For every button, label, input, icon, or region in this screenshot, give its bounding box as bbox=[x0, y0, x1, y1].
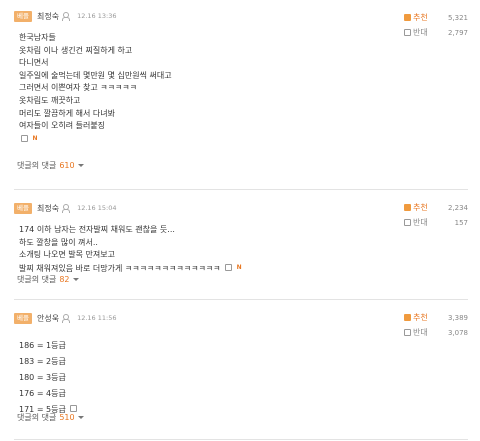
best-badge: 베플 bbox=[14, 312, 32, 324]
comment-item: 베플 최정숙 12.16 13:36 한국남자들 옷차림 이나 생긴건 찌질하게… bbox=[14, 0, 468, 190]
replies-label: 댓글의 댓글 bbox=[17, 275, 57, 284]
comment-line-icons: N bbox=[19, 133, 468, 146]
comment-line: 여자들이 오히려 들러붙징 bbox=[19, 121, 106, 131]
comment-line: 한국남자들 bbox=[19, 33, 56, 42]
thumbs-up-icon bbox=[404, 314, 411, 321]
replies-toggle[interactable]: 댓글의 댓글 82 bbox=[17, 274, 79, 285]
downvote-button[interactable]: 반대 157 bbox=[404, 215, 468, 230]
comment-body: 한국남자들 옷차림 이나 생긴건 찌질하게 하고 다니면서 일주일에 술먹는데 … bbox=[19, 32, 468, 146]
thumbs-down-icon bbox=[404, 29, 411, 36]
comment-time: 12.16 11:56 bbox=[77, 314, 117, 322]
comment-line-with-icons: 171 = 5등급 bbox=[19, 402, 468, 418]
comment-line: 그러면서 이쁜여자 찾고 ㅋㅋㅋㅋㅋ bbox=[19, 83, 138, 93]
new-badge-icon: N bbox=[32, 134, 38, 142]
thumbs-down-icon bbox=[404, 219, 411, 226]
author-name[interactable]: 안성욱 bbox=[37, 313, 59, 324]
comment-line: 옷차림도 깨끗하고 bbox=[19, 95, 81, 105]
new-badge-icon: N bbox=[236, 263, 242, 271]
comment-time: 12.16 15:04 bbox=[77, 204, 117, 212]
upvote-count: 3,389 bbox=[447, 313, 468, 322]
thumbs-up-icon bbox=[404, 204, 411, 211]
replies-toggle[interactable]: 댓글의 댓글 610 bbox=[17, 160, 84, 171]
downvote-count: 157 bbox=[454, 218, 468, 227]
thumbs-down-icon bbox=[404, 329, 411, 336]
upvote-button[interactable]: 추천 5,321 bbox=[404, 10, 468, 25]
replies-count: 510 bbox=[59, 413, 75, 422]
user-icon bbox=[62, 12, 71, 21]
lock-icon bbox=[21, 134, 28, 142]
comment-line: 다니면서 bbox=[19, 58, 49, 68]
comment-line: 일주일에 술먹는데 몇만원 몇 십만원씩 써대고 bbox=[19, 70, 172, 80]
comment-line: 174 이하 남자는 전자발찌 채워도 괜찮을 듯... bbox=[19, 225, 175, 234]
upvote-label: 추천 bbox=[413, 203, 428, 212]
comment-header: 베플 최정숙 12.16 15:04 bbox=[14, 202, 468, 214]
upvote-count: 5,321 bbox=[447, 13, 468, 22]
comment-line: 183 = 2등급 bbox=[19, 357, 66, 366]
comment-line: 180 = 3등급 bbox=[19, 373, 66, 382]
comment-body: 186 = 1등급 183 = 2등급 180 = 3등급 176 = 4등급 … bbox=[19, 338, 468, 418]
comment-time: 12.16 13:36 bbox=[77, 12, 117, 20]
comment-item: 베플 안성욱 12.16 11:56 186 = 1등급 183 = 2등급 1… bbox=[14, 300, 468, 440]
comment-item: 베플 최정숙 12.16 15:04 174 이하 남자는 전자발찌 채워도 괜… bbox=[14, 190, 468, 300]
upvote-label: 추천 bbox=[413, 313, 428, 322]
replies-toggle[interactable]: 댓글의 댓글 510 bbox=[17, 412, 84, 423]
replies-label: 댓글의 댓글 bbox=[17, 161, 57, 170]
upvote-label: 추천 bbox=[413, 13, 428, 22]
upvote-button[interactable]: 추천 2,234 bbox=[404, 200, 468, 215]
caret-down-icon bbox=[77, 416, 84, 419]
author-name[interactable]: 최정숙 bbox=[37, 11, 59, 22]
comment-line: 머리도 깔끔하게 해서 다녀봐 bbox=[19, 108, 115, 118]
comment-line: 소개팅 나오면 발목 만져보고 bbox=[19, 250, 115, 260]
downvote-label: 반대 bbox=[413, 28, 428, 37]
vote-box: 추천 3,389 반대 3,078 bbox=[404, 310, 468, 340]
comment-header: 베플 최정숙 12.16 13:36 bbox=[14, 10, 468, 22]
user-icon bbox=[62, 314, 71, 323]
caret-down-icon bbox=[72, 278, 79, 281]
comment-body: 174 이하 남자는 전자발찌 채워도 괜찮을 듯... 하도 깔창을 많이 껴… bbox=[19, 224, 468, 275]
vote-box: 추천 2,234 반대 157 bbox=[404, 200, 468, 230]
replies-count: 82 bbox=[59, 275, 70, 284]
best-badge: 베플 bbox=[14, 202, 32, 214]
downvote-button[interactable]: 반대 2,797 bbox=[404, 25, 468, 40]
lock-icon bbox=[225, 263, 233, 271]
comment-line: 하도 깔창을 많이 껴서.. bbox=[19, 237, 98, 247]
author-name[interactable]: 최정숙 bbox=[37, 203, 59, 214]
upvote-count: 2,234 bbox=[447, 203, 468, 212]
comment-header: 베플 안성욱 12.16 11:56 bbox=[14, 312, 468, 324]
caret-down-icon bbox=[77, 164, 84, 167]
downvote-label: 반대 bbox=[413, 218, 428, 227]
best-badge: 베플 bbox=[14, 10, 32, 22]
downvote-count: 2,797 bbox=[447, 28, 468, 37]
upvote-button[interactable]: 추천 3,389 bbox=[404, 310, 468, 325]
vote-box: 추천 5,321 반대 2,797 bbox=[404, 10, 468, 40]
comment-line: 옷차림 이나 생긴건 찌질하게 하고 bbox=[19, 45, 133, 55]
comment-line: 186 = 1등급 bbox=[19, 341, 66, 350]
comment-line-with-icons: 발찌 채워져있음 바로 더망가게 ㅋㅋㅋㅋㅋㅋㅋㅋㅋㅋㅋㅋㅋ N bbox=[19, 262, 468, 275]
replies-count: 610 bbox=[59, 161, 75, 170]
comment-line: 176 = 4등급 bbox=[19, 389, 66, 398]
comment-list: 베플 최정숙 12.16 13:36 한국남자들 옷차림 이나 생긴건 찌질하게… bbox=[0, 0, 480, 441]
replies-label: 댓글의 댓글 bbox=[17, 413, 57, 422]
thumbs-up-icon bbox=[404, 14, 411, 21]
downvote-button[interactable]: 반대 3,078 bbox=[404, 325, 468, 340]
lock-icon bbox=[70, 405, 78, 412]
user-icon bbox=[62, 204, 71, 213]
downvote-label: 반대 bbox=[413, 328, 428, 337]
comment-line: 발찌 채워져있음 바로 더망가게 ㅋㅋㅋㅋㅋㅋㅋㅋㅋㅋㅋㅋㅋ bbox=[19, 263, 221, 273]
downvote-count: 3,078 bbox=[447, 328, 468, 337]
